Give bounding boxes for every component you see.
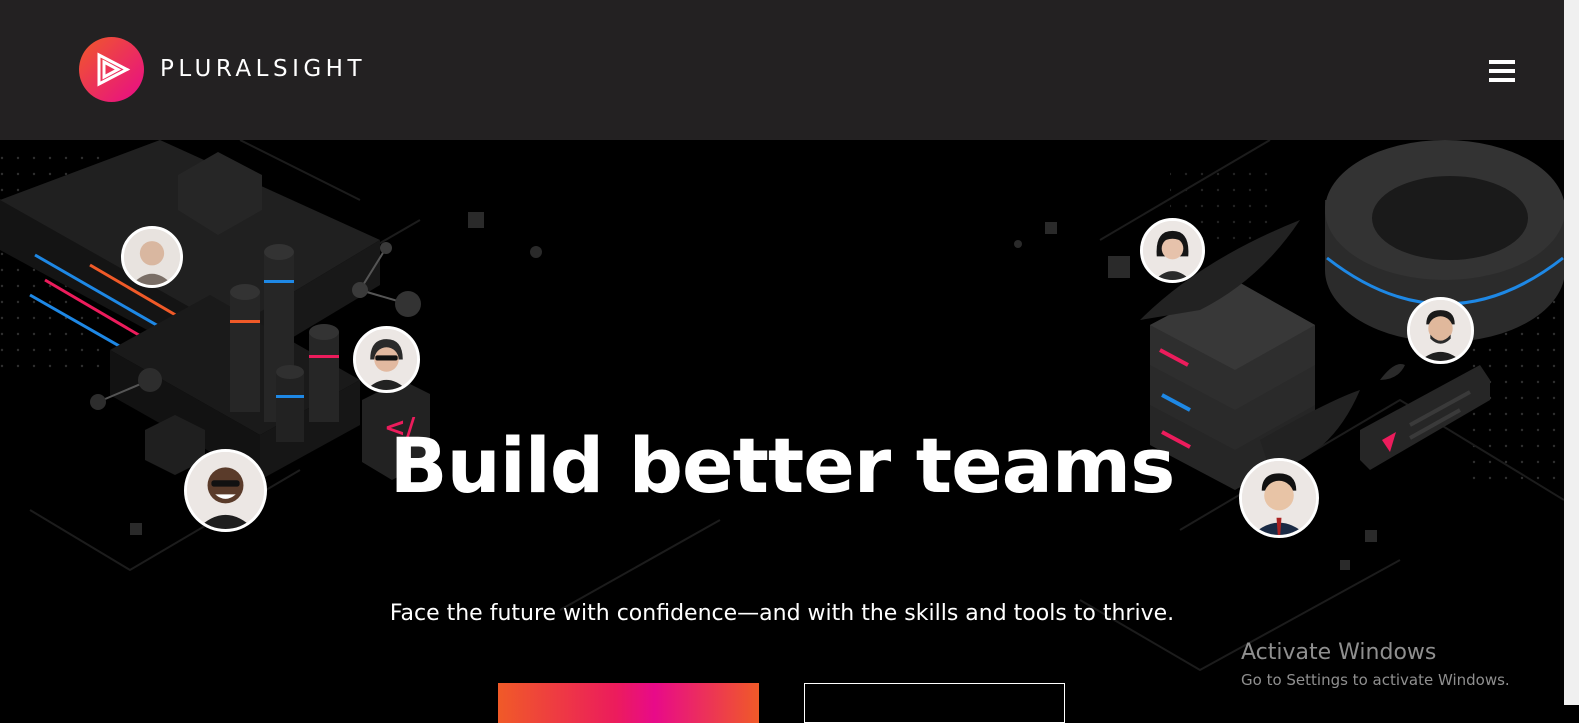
top-navbar: PLURALSIGHT <box>0 0 1564 140</box>
hamburger-menu-icon[interactable] <box>1486 56 1518 86</box>
instructor-avatar <box>353 326 420 393</box>
watermark-subtitle: Go to Settings to activate Windows. <box>1241 671 1510 689</box>
watermark-title: Activate Windows <box>1241 640 1437 665</box>
hero-section: </ Build better teams Face the future wi… <box>0 140 1564 705</box>
instructor-avatar <box>1407 297 1474 364</box>
pluralsight-logo-icon[interactable] <box>79 37 144 102</box>
hero-subheadline: Face the future with confidence—and with… <box>389 601 1175 626</box>
activate-windows-watermark: Activate Windows Go to Settings to activ… <box>1241 640 1510 689</box>
primary-cta-button[interactable] <box>498 683 759 723</box>
page-scrollbar[interactable] <box>1564 0 1579 705</box>
instructor-avatar <box>1140 218 1205 283</box>
brand-name[interactable]: PLURALSIGHT <box>160 56 366 82</box>
secondary-cta-button[interactable] <box>804 683 1065 723</box>
instructor-avatar <box>121 226 183 288</box>
hero-headline: Build better teams <box>389 421 1176 510</box>
